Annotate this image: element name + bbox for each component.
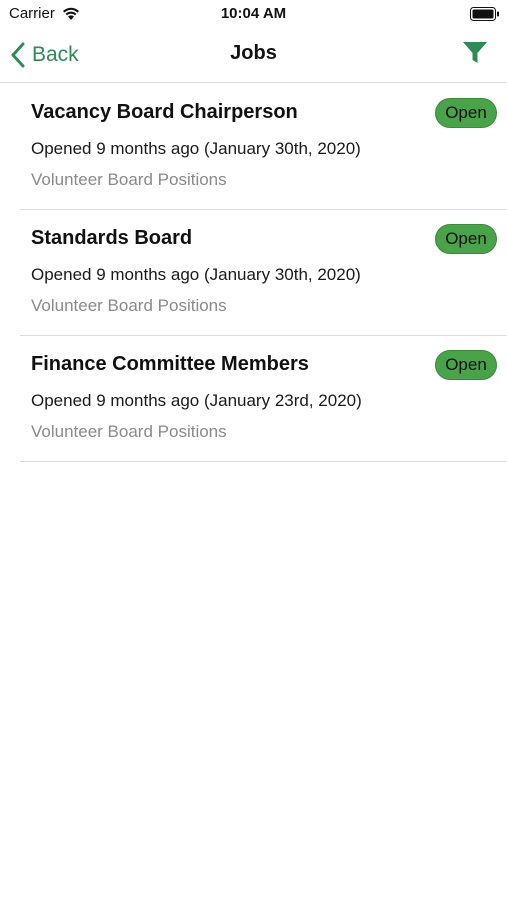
job-opened-date: Opened 9 months ago (January 30th, 2020) [31,139,361,158]
job-category: Volunteer Board Positions [31,422,227,441]
job-category: Volunteer Board Positions [31,170,227,189]
job-list: Vacancy Board Chairperson Opened 9 month… [20,84,507,462]
job-list-item[interactable]: Vacancy Board Chairperson Opened 9 month… [20,84,507,210]
job-list-item[interactable]: Finance Committee Members Opened 9 month… [20,336,507,462]
job-title: Standards Board [31,227,193,249]
job-list-item[interactable]: Standards Board Opened 9 months ago (Jan… [20,210,507,336]
status-badge: Open [435,224,497,254]
job-opened-date: Opened 9 months ago (January 30th, 2020) [31,265,361,284]
job-category: Volunteer Board Positions [31,296,227,315]
status-time: 10:04 AM [220,5,287,22]
battery-icon [470,7,499,21]
navigation-bar: Back Jobs [0,28,507,83]
job-title: Vacancy Board Chairperson [31,101,298,123]
job-opened-date: Opened 9 months ago (January 23rd, 2020) [31,391,362,410]
status-badge: Open [435,98,497,128]
status-badge: Open [435,350,497,380]
status-bar: Carrier 10:04 AM [0,0,507,28]
job-title: Finance Committee Members [31,353,309,375]
page-title: Jobs [230,42,277,64]
filter-icon[interactable] [462,40,488,66]
